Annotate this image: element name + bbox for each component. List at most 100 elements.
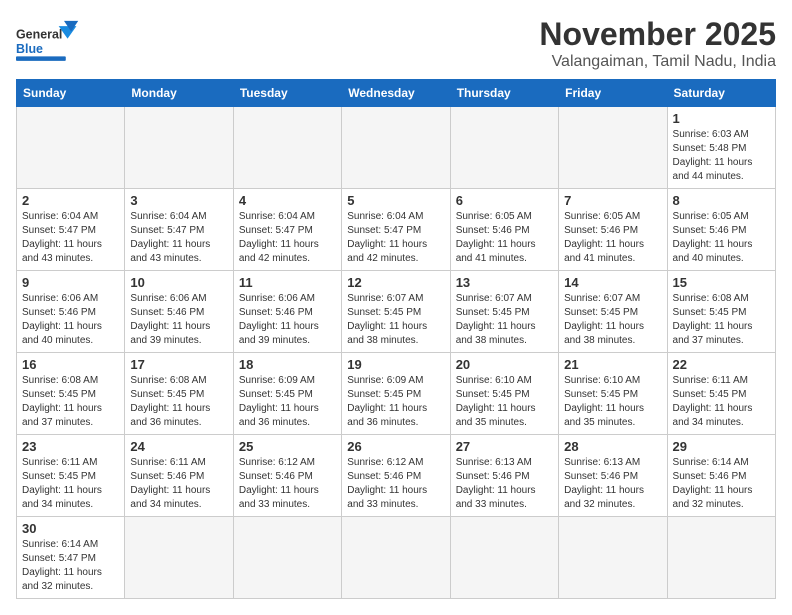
calendar-cell: 5 Sunrise: 6:04 AM Sunset: 5:47 PM Daylig… <box>342 189 450 271</box>
calendar-cell: 4 Sunrise: 6:04 AM Sunset: 5:47 PM Daylig… <box>233 189 341 271</box>
calendar-cell: 30Sunrise: 6:14 AM Sunset: 5:47 PM Dayli… <box>17 517 125 599</box>
calendar-cell: 25 Sunrise: 6:12 AM Sunset: 5:46 PM Dayli… <box>233 435 341 517</box>
day-info: Sunrise: 6:13 AM Sunset: 5:46 PM Dayligh… <box>564 456 661 512</box>
day-number: 3 <box>130 193 227 208</box>
calendar-cell: 16 Sunrise: 6:08 AM Sunset: 5:45 PM Dayli… <box>17 353 125 435</box>
calendar-cell: 23 Sunrise: 6:11 AM Sunset: 5:45 PM Dayli… <box>17 435 125 517</box>
calendar-cell: 22 Sunrise: 6:11 AM Sunset: 5:45 PM Dayli… <box>667 353 775 435</box>
day-info: Sunrise: 6:10 AM Sunset: 5:45 PM Dayligh… <box>564 374 661 430</box>
calendar-cell: 28Sunrise: 6:13 AM Sunset: 5:46 PM Dayli… <box>559 435 667 517</box>
calendar-week-3: 9 Sunrise: 6:06 AM Sunset: 5:46 PM Daylig… <box>17 271 776 353</box>
calendar-cell <box>233 517 341 599</box>
day-number: 18 <box>239 357 336 372</box>
calendar-cell: 1Sunrise: 6:03 AM Sunset: 5:48 PM Daylig… <box>667 107 775 189</box>
calendar-cell: 9 Sunrise: 6:06 AM Sunset: 5:46 PM Daylig… <box>17 271 125 353</box>
calendar-cell <box>233 107 341 189</box>
day-info: Sunrise: 6:04 AM Sunset: 5:47 PM Dayligh… <box>22 210 119 266</box>
day-info: Sunrise: 6:04 AM Sunset: 5:47 PM Dayligh… <box>239 210 336 266</box>
day-info: Sunrise: 6:12 AM Sunset: 5:46 PM Dayligh… <box>239 456 336 512</box>
calendar-cell: 3 Sunrise: 6:04 AM Sunset: 5:47 PM Daylig… <box>125 189 233 271</box>
calendar-cell: 14 Sunrise: 6:07 AM Sunset: 5:45 PM Dayli… <box>559 271 667 353</box>
day-info: Sunrise: 6:06 AM Sunset: 5:46 PM Dayligh… <box>22 292 119 348</box>
day-info: Sunrise: 6:13 AM Sunset: 5:46 PM Dayligh… <box>456 456 553 512</box>
calendar-cell: 17Sunrise: 6:08 AM Sunset: 5:45 PM Dayli… <box>125 353 233 435</box>
day-info: Sunrise: 6:08 AM Sunset: 5:45 PM Dayligh… <box>130 374 227 430</box>
logo-svg: General Blue <box>16 16 96 71</box>
day-info: Sunrise: 6:10 AM Sunset: 5:45 PM Dayligh… <box>456 374 553 430</box>
day-number: 5 <box>347 193 444 208</box>
month-title: November 2025 <box>539 16 776 53</box>
day-info: Sunrise: 6:07 AM Sunset: 5:45 PM Dayligh… <box>564 292 661 348</box>
title-section: November 2025 Valangaiman, Tamil Nadu, I… <box>539 16 776 71</box>
day-info: Sunrise: 6:11 AM Sunset: 5:46 PM Dayligh… <box>130 456 227 512</box>
calendar-cell: 24Sunrise: 6:11 AM Sunset: 5:46 PM Dayli… <box>125 435 233 517</box>
day-number: 10 <box>130 275 227 290</box>
day-number: 20 <box>456 357 553 372</box>
day-number: 16 <box>22 357 119 372</box>
header: General Blue November 2025 Valangaiman, … <box>16 16 776 71</box>
day-info: Sunrise: 6:14 AM Sunset: 5:46 PM Dayligh… <box>673 456 770 512</box>
day-number: 23 <box>22 439 119 454</box>
day-number: 11 <box>239 275 336 290</box>
day-number: 9 <box>22 275 119 290</box>
day-number: 7 <box>564 193 661 208</box>
header-day-tuesday: Tuesday <box>233 80 341 107</box>
calendar-cell: 10 Sunrise: 6:06 AM Sunset: 5:46 PM Dayli… <box>125 271 233 353</box>
calendar-cell: 26 Sunrise: 6:12 AM Sunset: 5:46 PM Dayli… <box>342 435 450 517</box>
header-day-monday: Monday <box>125 80 233 107</box>
day-number: 26 <box>347 439 444 454</box>
day-number: 8 <box>673 193 770 208</box>
day-info: Sunrise: 6:05 AM Sunset: 5:46 PM Dayligh… <box>673 210 770 266</box>
calendar-cell: 20 Sunrise: 6:10 AM Sunset: 5:45 PM Dayli… <box>450 353 558 435</box>
calendar-cell: 2 Sunrise: 6:04 AM Sunset: 5:47 PM Daylig… <box>17 189 125 271</box>
calendar-cell <box>450 107 558 189</box>
svg-text:Blue: Blue <box>16 42 43 56</box>
calendar-cell: 13Sunrise: 6:07 AM Sunset: 5:45 PM Dayli… <box>450 271 558 353</box>
calendar-cell: 18 Sunrise: 6:09 AM Sunset: 5:45 PM Dayli… <box>233 353 341 435</box>
calendar-week-1: 1Sunrise: 6:03 AM Sunset: 5:48 PM Daylig… <box>17 107 776 189</box>
svg-text:General: General <box>16 28 62 42</box>
day-number: 22 <box>673 357 770 372</box>
day-info: Sunrise: 6:06 AM Sunset: 5:46 PM Dayligh… <box>130 292 227 348</box>
calendar-cell <box>559 517 667 599</box>
day-info: Sunrise: 6:08 AM Sunset: 5:45 PM Dayligh… <box>22 374 119 430</box>
location-title: Valangaiman, Tamil Nadu, India <box>539 53 776 71</box>
day-number: 27 <box>456 439 553 454</box>
day-number: 6 <box>456 193 553 208</box>
day-info: Sunrise: 6:04 AM Sunset: 5:47 PM Dayligh… <box>347 210 444 266</box>
day-number: 12 <box>347 275 444 290</box>
header-day-wednesday: Wednesday <box>342 80 450 107</box>
day-info: Sunrise: 6:05 AM Sunset: 5:46 PM Dayligh… <box>456 210 553 266</box>
day-number: 2 <box>22 193 119 208</box>
calendar-week-4: 16 Sunrise: 6:08 AM Sunset: 5:45 PM Dayli… <box>17 353 776 435</box>
day-info: Sunrise: 6:11 AM Sunset: 5:45 PM Dayligh… <box>22 456 119 512</box>
calendar-cell <box>125 517 233 599</box>
day-number: 25 <box>239 439 336 454</box>
day-info: Sunrise: 6:07 AM Sunset: 5:45 PM Dayligh… <box>456 292 553 348</box>
calendar-header-row: SundayMondayTuesdayWednesdayThursdayFrid… <box>17 80 776 107</box>
day-info: Sunrise: 6:12 AM Sunset: 5:46 PM Dayligh… <box>347 456 444 512</box>
day-number: 1 <box>673 111 770 126</box>
day-info: Sunrise: 6:09 AM Sunset: 5:45 PM Dayligh… <box>239 374 336 430</box>
calendar-cell <box>125 107 233 189</box>
calendar-cell <box>342 517 450 599</box>
calendar-cell: 7 Sunrise: 6:05 AM Sunset: 5:46 PM Daylig… <box>559 189 667 271</box>
calendar-cell: 15Sunrise: 6:08 AM Sunset: 5:45 PM Dayli… <box>667 271 775 353</box>
day-info: Sunrise: 6:05 AM Sunset: 5:46 PM Dayligh… <box>564 210 661 266</box>
logo: General Blue <box>16 16 96 71</box>
day-info: Sunrise: 6:11 AM Sunset: 5:45 PM Dayligh… <box>673 374 770 430</box>
calendar-cell: 12 Sunrise: 6:07 AM Sunset: 5:45 PM Dayli… <box>342 271 450 353</box>
day-info: Sunrise: 6:08 AM Sunset: 5:45 PM Dayligh… <box>673 292 770 348</box>
calendar-cell <box>667 517 775 599</box>
day-info: Sunrise: 6:04 AM Sunset: 5:47 PM Dayligh… <box>130 210 227 266</box>
day-number: 30 <box>22 521 119 536</box>
calendar-cell: 11 Sunrise: 6:06 AM Sunset: 5:46 PM Dayli… <box>233 271 341 353</box>
day-info: Sunrise: 6:06 AM Sunset: 5:46 PM Dayligh… <box>239 292 336 348</box>
header-day-thursday: Thursday <box>450 80 558 107</box>
day-info: Sunrise: 6:09 AM Sunset: 5:45 PM Dayligh… <box>347 374 444 430</box>
day-info: Sunrise: 6:07 AM Sunset: 5:45 PM Dayligh… <box>347 292 444 348</box>
day-number: 4 <box>239 193 336 208</box>
header-day-sunday: Sunday <box>17 80 125 107</box>
day-number: 14 <box>564 275 661 290</box>
day-number: 29 <box>673 439 770 454</box>
